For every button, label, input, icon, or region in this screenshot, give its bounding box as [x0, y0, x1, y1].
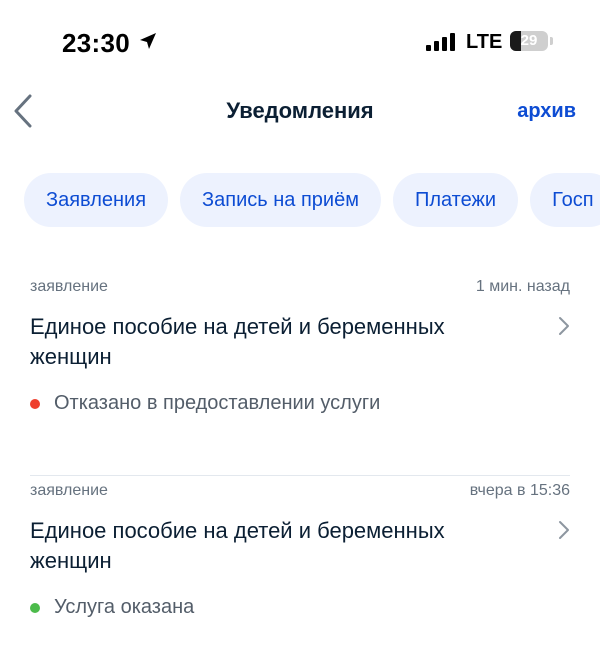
notification-list: заявление 1 мин. назад Единое пособие на…: [30, 272, 570, 654]
status-bar: 23:30 LTE 29: [0, 0, 600, 80]
notification-status: Услуга оказана: [30, 596, 194, 619]
battery-level: 29: [520, 32, 538, 49]
status-text: Отказано в предоставлении услуги: [54, 392, 381, 414]
chevron-right-icon: [559, 317, 569, 335]
status-time: 23:30: [62, 28, 130, 58]
battery-icon: 29: [510, 31, 548, 51]
notification-title: Единое пособие на детей и беременных жен…: [30, 518, 445, 573]
cellular-signal-icon: [426, 33, 455, 51]
notification-time: 1 мин. назад: [475, 278, 570, 295]
battery-cap: [550, 37, 553, 45]
page-title: Уведомления: [226, 98, 374, 123]
notification-type: заявление: [30, 482, 108, 499]
notification-item[interactable]: заявление вчера в 15:36 Единое пособие н…: [30, 476, 570, 654]
notification-status: Отказано в предоставлении услуги: [30, 392, 380, 415]
chip-gos[interactable]: Госп: [530, 173, 600, 227]
status-dot: [30, 398, 40, 409]
chip-applications[interactable]: Заявления: [24, 173, 169, 227]
notification-title: Единое пособие на детей и беременных жен…: [30, 314, 445, 369]
network-type: LTE: [466, 31, 503, 53]
chip-appointments[interactable]: Запись на приём: [180, 173, 381, 227]
chevron-right-icon: [559, 521, 569, 539]
location-arrow-icon: [140, 33, 156, 49]
filter-chips: Заявления Запись на приём Платежи Госп: [24, 173, 600, 227]
status-dot: [30, 602, 40, 613]
archive-button[interactable]: архив: [517, 100, 576, 123]
notification-time: вчера в 15:36: [469, 482, 570, 499]
chip-payments[interactable]: Платежи: [392, 173, 519, 227]
notification-type: заявление: [30, 278, 108, 295]
status-text: Услуга оказана: [54, 596, 195, 618]
notification-item[interactable]: заявление 1 мин. назад Единое пособие на…: [30, 272, 570, 476]
navigation-bar: Уведомления архив: [0, 86, 600, 136]
